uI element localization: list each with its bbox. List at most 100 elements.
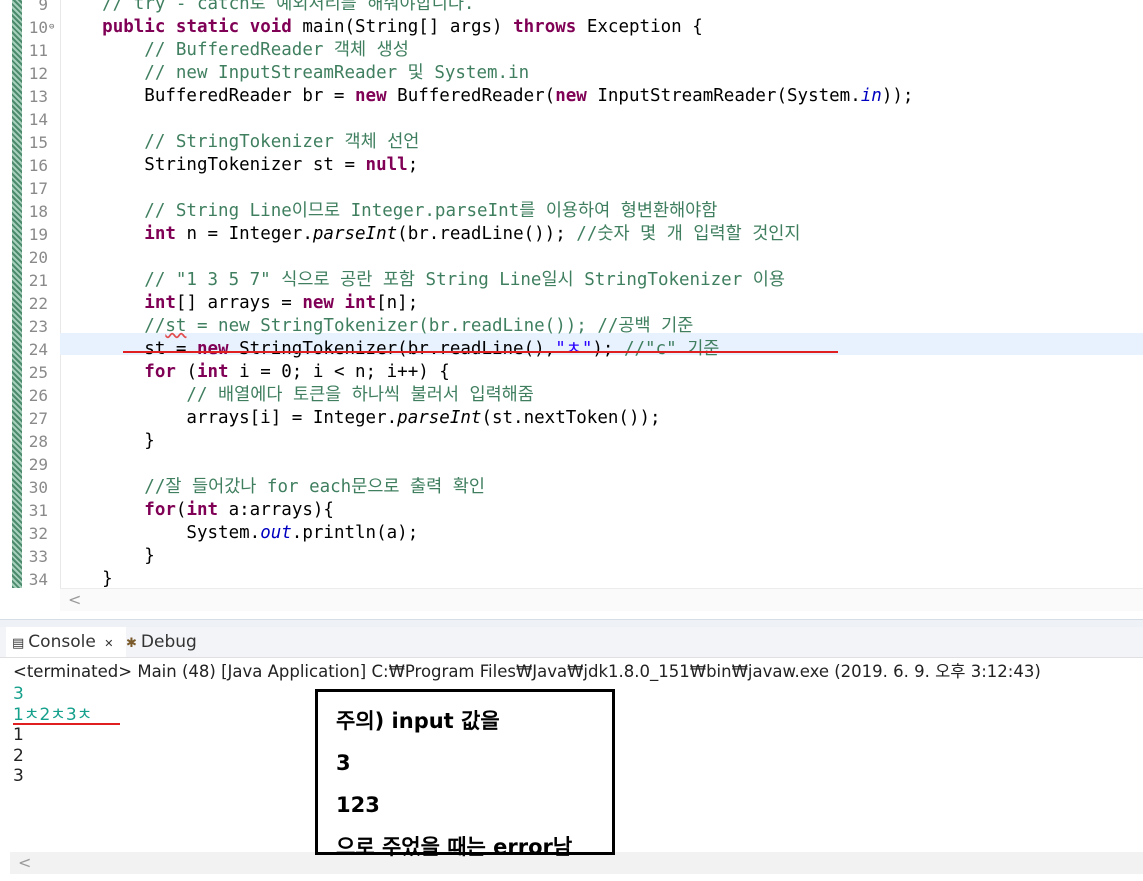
note-line: 으로 주었을 때는 error남	[336, 835, 573, 859]
line-number: 32	[28, 524, 48, 543]
line-number: 28	[28, 432, 48, 451]
code-token: static	[175, 17, 240, 37]
code-line[interactable]: // try - catch로 예외처리를 해줘야합니다.	[60, 0, 474, 16]
code-token: }	[60, 546, 155, 566]
fold-toggle-icon[interactable]: ⊖	[49, 16, 54, 39]
code-line[interactable]: //st = new StringTokenizer(br.readLine()…	[60, 315, 693, 338]
code-token: // "1 3 5 7" 식으로 공란 포함 String Line일시 Str…	[60, 270, 785, 290]
code-token: null	[365, 155, 408, 175]
annotation-note-box: 주의) input 값을 3 123 으로 주었을 때는 error남	[315, 689, 615, 859]
code-token: arrays[i] = Integer.	[60, 408, 398, 428]
line-number: 11	[28, 41, 48, 60]
close-icon[interactable]: ✕	[104, 637, 113, 650]
code-line[interactable]: int n = Integer.parseInt(br.readLine());…	[60, 223, 800, 246]
code-token: int	[186, 500, 219, 520]
code-line[interactable]: BufferedReader br = new BufferedReader(n…	[60, 85, 913, 108]
line-number: 27	[28, 409, 48, 428]
code-token: // String Line이므로 Integer.parseInt를 이용하여…	[60, 201, 718, 221]
line-number: 21	[28, 271, 48, 290]
code-line[interactable]: // "1 3 5 7" 식으로 공란 포함 String Line일시 Str…	[60, 269, 785, 292]
code-token: new	[196, 339, 229, 359]
code-token: //	[60, 316, 166, 336]
editor-horizontal-scrollbar[interactable]: <	[60, 588, 1143, 611]
code-token: a:arrays){	[218, 500, 334, 520]
code-token: // try - catch로 예외처리를 해줘야합니다.	[60, 0, 475, 14]
code-token: // StringTokenizer 객체 선언	[60, 132, 420, 152]
code-token: = new StringTokenizer(br.readLine()); //…	[186, 316, 694, 336]
code-token: new	[302, 293, 334, 313]
code-token: StringTokenizer(br.readLine(),	[228, 339, 556, 359]
line-number: 24	[28, 340, 48, 359]
code-token: // BufferedReader 객체 생성	[60, 40, 409, 60]
line-number: 13	[28, 87, 48, 106]
line-number: 16	[28, 156, 48, 175]
code-line[interactable]: // BufferedReader 객체 생성	[60, 39, 409, 62]
line-number: 19	[28, 225, 48, 244]
tab-console[interactable]: ▤ Console ✕	[6, 627, 126, 657]
code-line[interactable]: for (int i = 0; i < n; i++) {	[60, 361, 450, 384]
code-token: "ㅊ"	[555, 339, 593, 359]
code-line[interactable]: // StringTokenizer 객체 선언	[60, 131, 419, 154]
line-number: 10	[28, 18, 48, 37]
tab-console-label: Console	[28, 632, 96, 652]
code-line[interactable]: // new InputStreamReader 및 System.in	[60, 62, 529, 85]
note-line: 3	[336, 751, 351, 775]
line-number: 33	[28, 547, 48, 566]
code-token: // new InputStreamReader 및 System.in	[60, 63, 530, 83]
code-line[interactable]: //잘 들어갔나 for each문으로 출력 확인	[60, 476, 485, 499]
code-token: int	[196, 362, 229, 382]
code-line[interactable]: st = new StringTokenizer(br.readLine(),"…	[60, 338, 719, 361]
scroll-left-icon[interactable]: <	[68, 589, 81, 611]
line-number: 31	[28, 501, 48, 520]
code-token: parseInt	[397, 408, 482, 428]
code-token: [n];	[376, 293, 419, 313]
code-token: int	[144, 224, 176, 244]
code-token: public	[102, 17, 166, 37]
code-line[interactable]: for(int a:arrays){	[60, 499, 334, 522]
code-token: (	[175, 362, 197, 382]
line-number: 18	[28, 202, 48, 221]
code-editor[interactable]: 9 10 11 12 13 14 15 16 17 18 19 20 21 22 23 24 25 26 27 28 2…	[0, 0, 1143, 620]
code-token: [] arrays =	[175, 293, 303, 313]
line-number: 12	[28, 64, 48, 83]
code-token: parseInt	[312, 224, 398, 244]
code-line[interactable]: System.out.println(a);	[60, 522, 418, 545]
code-token: n = Integer.	[175, 224, 313, 244]
tab-debug[interactable]: ✱ Debug	[126, 627, 216, 657]
code-token: new	[355, 86, 387, 106]
code-token: // 배열에다 토큰을 하나씩 불러서 입력해줌	[60, 385, 534, 405]
tab-debug-label: Debug	[140, 632, 197, 652]
scroll-left-icon[interactable]: <	[18, 852, 31, 874]
line-number: 29	[28, 455, 48, 474]
red-underline-input	[13, 723, 120, 725]
code-token: (	[175, 500, 187, 520]
code-area[interactable]: // try - catch로 예외처리를 해줘야합니다. public sta…	[60, 0, 1143, 588]
code-line[interactable]: public static void main(String[] args) t…	[60, 16, 703, 39]
code-token: StringTokenizer st =	[60, 155, 366, 175]
line-number: 9	[38, 0, 48, 14]
line-number: 14	[28, 110, 48, 129]
code-line[interactable]: // 배열에다 토큰을 하나씩 불러서 입력해줌	[60, 384, 534, 407]
code-line[interactable]: StringTokenizer st = null;	[60, 154, 418, 177]
code-line[interactable]: }	[60, 568, 113, 588]
view-tab-bar: ▤ Console ✕ ✱ Debug	[0, 627, 1143, 658]
code-line[interactable]: int[] arrays = new int[n];	[60, 292, 418, 315]
code-token: BufferedReader br =	[60, 86, 356, 106]
line-number: 23	[28, 317, 48, 336]
code-token: }	[60, 431, 155, 451]
code-line[interactable]: }	[60, 430, 155, 453]
code-line[interactable]: arrays[i] = Integer.parseInt(st.nextToke…	[60, 407, 660, 430]
code-token: (br.readLine());	[397, 224, 577, 244]
code-line[interactable]: }	[60, 545, 155, 568]
code-token: st =	[60, 339, 197, 359]
red-underline-code	[123, 351, 838, 353]
code-line[interactable]: // String Line이므로 Integer.parseInt를 이용하여…	[60, 200, 717, 223]
note-line: 123	[336, 793, 380, 817]
line-number-gutter: 9 10 11 12 13 14 15 16 17 18 19 20 21 22 23 24 25 26 27 28 2…	[22, 0, 61, 589]
code-token: int	[144, 293, 176, 313]
code-token: BufferedReader(	[386, 86, 556, 106]
